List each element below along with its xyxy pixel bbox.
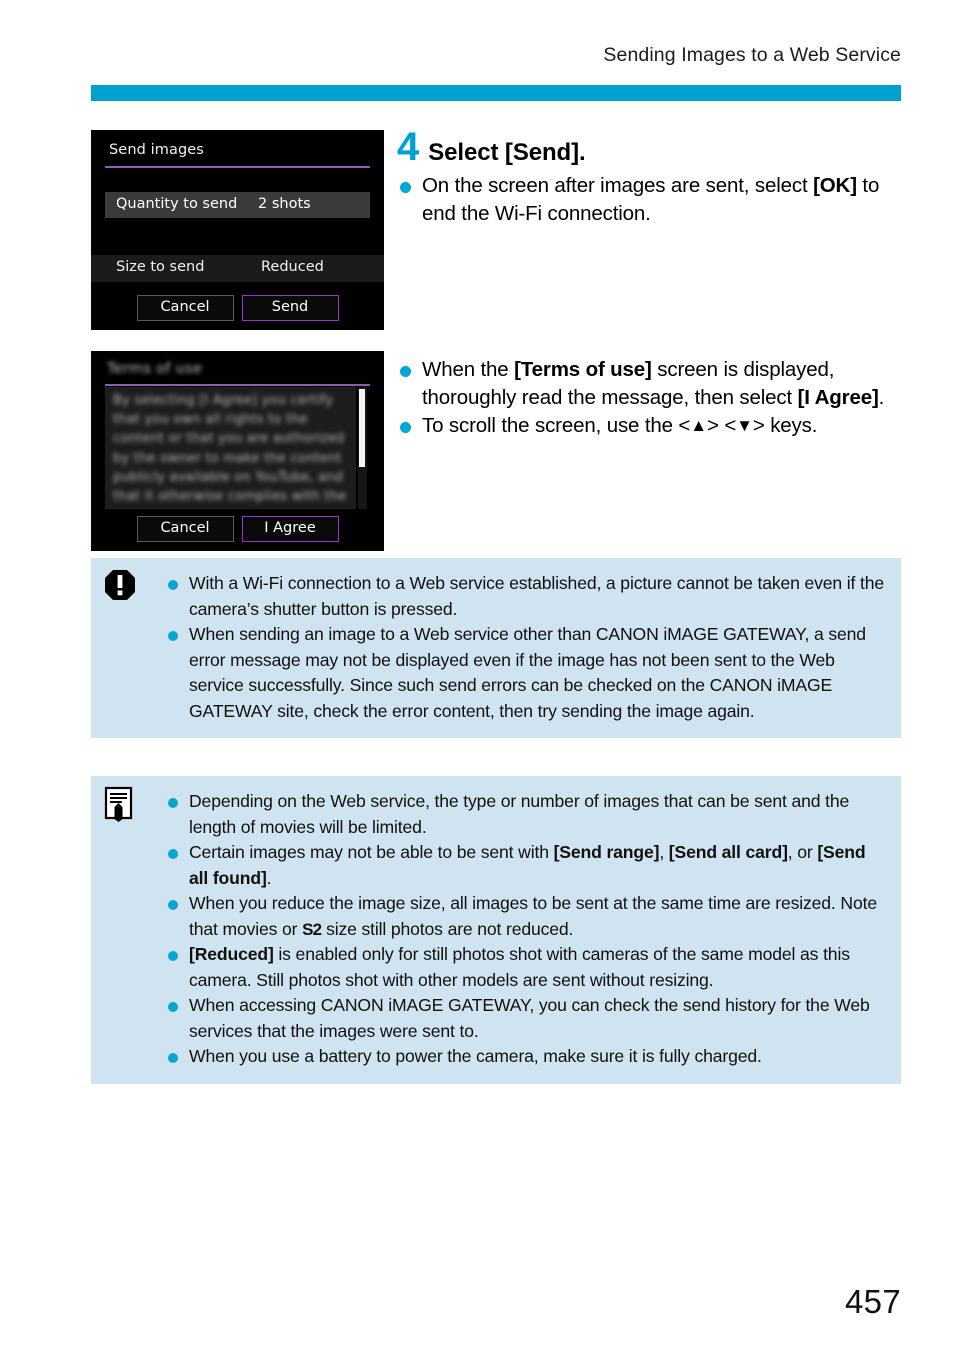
lcd-terms-divider [105,384,370,386]
lcd-row-quantity-value: 2 shots [258,196,311,212]
lcd-send-images-title: Send images [109,142,204,158]
note-item: When you use a battery to power the came… [165,1044,885,1070]
warning-item: With a Wi-Fi connection to a Web service… [165,571,885,622]
step-bullet: On the screen after images are sent, sel… [397,172,901,227]
lcd-terms-title: Terms of use [107,361,203,377]
step-number: 4 [397,125,420,169]
lcd-row-size-label: Size to send [116,259,205,275]
note-item-list: Depending on the Web service, the type o… [165,789,885,1070]
lcd-terms-buttons: Cancel I Agree [91,516,384,542]
warning-item-list: With a Wi-Fi connection to a Web service… [165,571,885,724]
step-heading: 4 Select [Send]. [397,125,901,169]
running-title: Sending Images to a Web Service [603,44,901,66]
warning-callout-box: With a Wi-Fi connection to a Web service… [91,558,901,738]
lcd-terms-body-text: By selecting [I Agree] you certify that … [113,393,347,505]
note-item: Certain images may not be able to be sen… [165,840,885,891]
note-callout-box: Depending on the Web service, the type o… [91,776,901,1084]
step-bullet-list-top: On the screen after images are sent, sel… [397,172,901,227]
note-item: When you reduce the image size, all imag… [165,891,885,942]
s2-size-icon: S2 [302,919,322,939]
lcd-row-size-to-send[interactable]: Size to send Reduced [91,255,384,282]
step-row-top: Send images Quantity to send 2 shots Siz… [91,125,901,330]
lcd-cancel-button[interactable]: Cancel [136,295,234,321]
lcd-terms-i-agree-button[interactable]: I Agree [241,516,339,542]
step-section: Send images Quantity to send 2 shots Siz… [91,125,901,551]
note-pencil-icon [103,786,137,822]
warning-item: When sending an image to a Web service o… [165,622,885,724]
lcd-row-quantity-label: Quantity to send [116,196,238,212]
accent-rule [91,85,901,101]
step-text-top: 4 Select [Send]. On the screen after ima… [384,125,901,228]
lcd-send-images: Send images Quantity to send 2 shots Siz… [91,130,384,330]
step-bullet: When the [Terms of use] screen is displa… [397,356,901,411]
lcd-send-button[interactable]: Send [241,295,339,321]
lcd-column-bottom: Terms of use By selecting [I Agree] you … [91,351,384,551]
step-bullet-list-bottom: When the [Terms of use] screen is displa… [397,356,901,440]
row-spacer [91,330,901,351]
lcd-send-images-buttons: Cancel Send [91,295,384,321]
step-title: Select [Send]. [428,139,586,166]
lcd-row-quantity-to-send[interactable]: Quantity to send 2 shots [105,192,370,218]
lcd-title-divider [105,166,370,168]
lcd-row-size-value: Reduced [261,259,324,275]
up-arrow-icon: ▲ [690,416,707,435]
note-item: [Reduced] is enabled only for still phot… [165,942,885,993]
warning-octagon-icon [103,568,137,604]
page-number: 457 [845,1283,901,1320]
lcd-column-top: Send images Quantity to send 2 shots Siz… [91,130,384,330]
lcd-terms-cancel-button[interactable]: Cancel [136,516,234,542]
step-bullet: To scroll the screen, use the <▲> <▼> ke… [397,412,901,440]
lcd-scrollbar-thumb[interactable] [359,389,365,467]
lcd-terms-body: By selecting [I Agree] you certify that … [105,387,356,509]
step-text-bottom: When the [Terms of use] screen is displa… [384,351,901,441]
down-arrow-icon: ▼ [736,416,753,435]
lcd-terms-of-use: Terms of use By selecting [I Agree] you … [91,351,384,551]
note-item: When accessing CANON iMAGE GATEWAY, you … [165,993,885,1044]
step-row-bottom: Terms of use By selecting [I Agree] you … [91,351,901,551]
note-item: Depending on the Web service, the type o… [165,789,885,840]
